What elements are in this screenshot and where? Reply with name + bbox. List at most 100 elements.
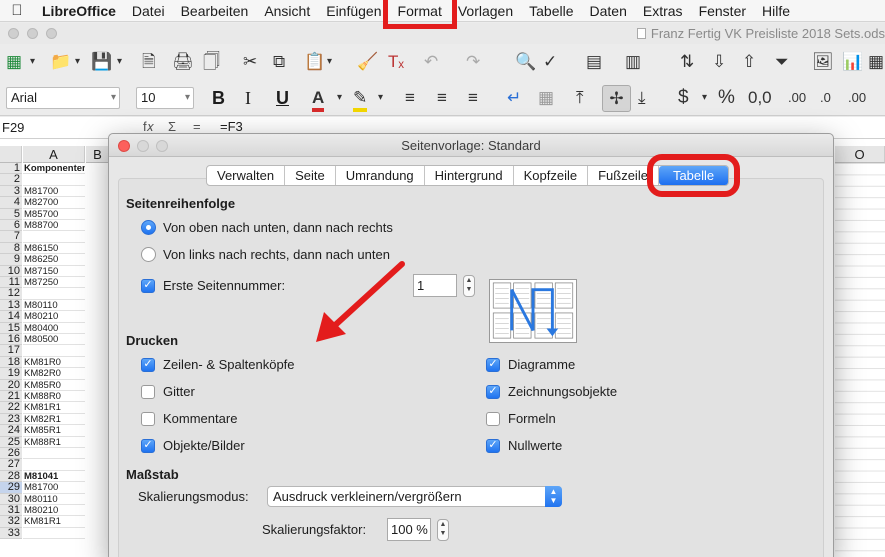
row-icon[interactable]: ▤: [586, 52, 602, 72]
print-objects-checkbox[interactable]: ✓ Objekte/Bilder: [141, 438, 245, 453]
menu-tabelle[interactable]: Tabelle: [521, 0, 581, 22]
spelling-icon[interactable]: ✓: [543, 52, 557, 72]
add-decimal-icon[interactable]: .00: [788, 88, 806, 108]
checkbox-box[interactable]: [486, 411, 500, 426]
print-comments-checkbox[interactable]: Kommentare: [141, 411, 237, 426]
menu-bearbeiten[interactable]: Bearbeiten: [173, 0, 257, 22]
page-preview-icon[interactable]: 🗍: [203, 52, 220, 72]
menu-fenster[interactable]: Fenster: [691, 0, 754, 22]
menu-format[interactable]: Format: [382, 0, 457, 29]
cell-a[interactable]: M87250: [23, 277, 85, 289]
cell-a[interactable]: M81700: [23, 482, 85, 494]
cell-a[interactable]: KM85R0: [23, 380, 85, 391]
copy-icon[interactable]: ⧉: [273, 52, 285, 72]
radio-top-down-indicator[interactable]: [141, 220, 156, 235]
checkmark-icon[interactable]: ✓: [486, 357, 500, 372]
cell-a[interactable]: Komponenten: [23, 163, 85, 175]
sort-descending-icon[interactable]: ⇧: [742, 52, 756, 72]
menu-einfuegen[interactable]: Einfügen: [318, 0, 389, 22]
highlight-color-icon[interactable]: ✎: [353, 88, 368, 112]
cell-a[interactable]: [23, 231, 85, 243]
cell-a[interactable]: M81041: [23, 471, 85, 483]
cell-a[interactable]: M87150: [23, 266, 85, 277]
radio-left-right-indicator[interactable]: [141, 247, 156, 262]
merge-cells-icon[interactable]: ▦: [538, 88, 554, 108]
checkbox-box[interactable]: [141, 411, 155, 426]
font-name-combo[interactable]: Arial ▾: [6, 87, 120, 109]
first-page-number-input[interactable]: 1: [413, 274, 457, 297]
chevron-down-icon[interactable]: ▾: [75, 52, 80, 72]
find-replace-icon[interactable]: 🔍: [515, 52, 536, 72]
checkmark-icon[interactable]: ✓: [141, 357, 155, 372]
menu-daten[interactable]: Daten: [582, 0, 635, 22]
chevron-down-icon[interactable]: ▾: [30, 52, 35, 72]
image-icon[interactable]: 🖼: [812, 52, 834, 72]
checkmark-icon[interactable]: ✓: [486, 438, 500, 453]
tab-tabelle[interactable]: Tabelle: [646, 154, 741, 197]
row-header[interactable]: 29: [0, 481, 22, 494]
print-formulas-checkbox[interactable]: Formeln: [486, 411, 556, 426]
align-right-icon[interactable]: ≡: [468, 88, 478, 108]
sum-icon[interactable]: Σ: [168, 119, 176, 134]
checkmark-icon[interactable]: ✓: [141, 278, 155, 293]
cell-a[interactable]: M85700: [23, 209, 85, 220]
zoom-window-button[interactable]: [46, 28, 57, 39]
minimize-window-button[interactable]: [27, 28, 38, 39]
cell-a[interactable]: [23, 174, 85, 186]
pivot-table-icon[interactable]: ▦: [868, 52, 884, 72]
cell-a[interactable]: KM88R0: [23, 391, 85, 403]
row-header[interactable]: 24: [0, 424, 22, 437]
chevron-down-icon[interactable]: ▾: [327, 52, 332, 72]
scale-factor-input[interactable]: 100 %: [387, 518, 431, 541]
tab-verwalten[interactable]: Verwalten: [207, 166, 286, 185]
row-header[interactable]: 14: [0, 310, 22, 323]
row-header[interactable]: 33: [0, 527, 22, 540]
cell-a[interactable]: KM88R1: [23, 437, 85, 448]
cell-a[interactable]: KM81R0: [23, 357, 85, 369]
print-grid-checkbox[interactable]: Gitter: [141, 384, 195, 399]
radio-top-down[interactable]: Von oben nach unten, dann nach rechts: [141, 220, 393, 235]
corner-header[interactable]: [0, 146, 22, 163]
chevron-down-icon[interactable]: ▾: [378, 88, 383, 108]
formula-input[interactable]: =F3: [220, 119, 243, 134]
cell-a[interactable]: M80210: [23, 505, 85, 517]
chevron-down-icon[interactable]: ▾: [337, 88, 342, 108]
cell-a[interactable]: M86250: [23, 254, 85, 266]
cell-a[interactable]: KM82R0: [23, 368, 85, 380]
scale-mode-select[interactable]: Ausdruck verkleinern/vergrößern ▲ ▼: [267, 486, 562, 507]
bold-button[interactable]: B: [212, 87, 225, 109]
formula-icon[interactable]: =: [193, 119, 201, 134]
cell-a[interactable]: KM81R1: [23, 516, 85, 528]
checkbox-box[interactable]: [141, 384, 155, 399]
apple-icon[interactable]: : [0, 2, 34, 19]
cell-a[interactable]: M81700: [23, 186, 85, 198]
column-header-b[interactable]: B: [86, 146, 110, 163]
cell-a[interactable]: [23, 345, 85, 357]
clear-formatting-icon[interactable]: Tₓ: [388, 52, 404, 72]
sort-icon[interactable]: ⇅: [680, 52, 694, 72]
checkmark-icon[interactable]: ✓: [141, 438, 155, 453]
cut-icon[interactable]: ✂: [243, 52, 257, 72]
italic-button[interactable]: I: [245, 87, 251, 109]
autofilter-icon[interactable]: ⏷: [775, 52, 789, 72]
cell-a[interactable]: M86150: [23, 243, 85, 255]
print-headers-checkbox[interactable]: ✓ Zeilen- & Spaltenköpfe: [141, 357, 295, 372]
first-page-number-stepper[interactable]: ▲ ▼: [463, 275, 475, 297]
cell-a[interactable]: [23, 459, 85, 471]
chevron-down-icon[interactable]: ▾: [111, 88, 116, 108]
cell-a[interactable]: [23, 528, 85, 540]
row-header[interactable]: 9: [0, 253, 22, 266]
cell-a[interactable]: KM82R1: [23, 414, 85, 426]
delete-decimal-icon[interactable]: .0: [820, 88, 831, 108]
tab-fusszeile[interactable]: Fußzeile: [588, 166, 659, 185]
dialog-zoom-button[interactable]: [156, 140, 168, 152]
menu-hilfe[interactable]: Hilfe: [754, 0, 798, 22]
align-top-icon[interactable]: ⤒: [576, 88, 584, 108]
select-arrows-icon[interactable]: ▲ ▼: [545, 486, 562, 507]
chevron-down-icon[interactable]: ▾: [117, 52, 122, 72]
tab-hintergrund[interactable]: Hintergrund: [425, 166, 514, 185]
cell-a[interactable]: [23, 448, 85, 460]
column-icon[interactable]: ▥: [625, 52, 641, 72]
menu-app[interactable]: LibreOffice: [34, 0, 124, 22]
wrap-text-icon[interactable]: ↵: [507, 88, 521, 108]
